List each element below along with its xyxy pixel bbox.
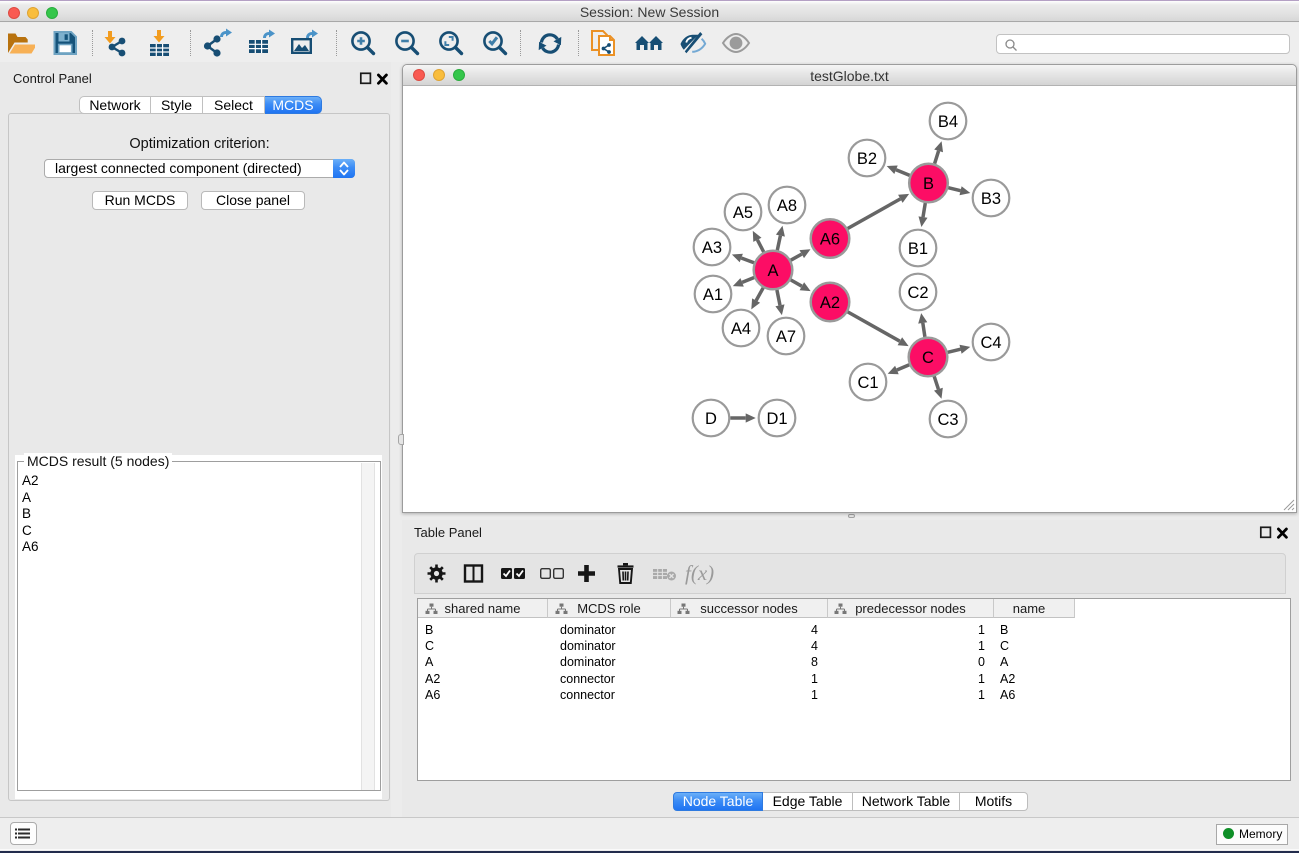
svg-text:D: D [705, 410, 717, 428]
svg-text:A2: A2 [820, 294, 840, 312]
svg-text:C4: C4 [980, 334, 1001, 352]
svg-text:A7: A7 [776, 328, 796, 346]
svg-text:A: A [767, 262, 778, 280]
svg-text:C1: C1 [857, 374, 878, 392]
svg-text:D1: D1 [766, 410, 787, 428]
svg-text:B1: B1 [908, 240, 928, 258]
svg-text:A8: A8 [777, 197, 797, 215]
svg-text:C2: C2 [907, 284, 928, 302]
svg-text:A4: A4 [731, 320, 751, 338]
svg-text:A5: A5 [733, 204, 753, 222]
svg-text:C: C [922, 349, 934, 367]
svg-text:A1: A1 [703, 286, 723, 304]
svg-text:B2: B2 [857, 150, 877, 168]
svg-text:B3: B3 [981, 190, 1001, 208]
svg-text:B4: B4 [938, 113, 958, 131]
svg-text:A3: A3 [702, 239, 722, 257]
svg-text:A6: A6 [820, 231, 840, 249]
svg-text:C3: C3 [937, 411, 958, 429]
svg-text:B: B [923, 175, 934, 193]
